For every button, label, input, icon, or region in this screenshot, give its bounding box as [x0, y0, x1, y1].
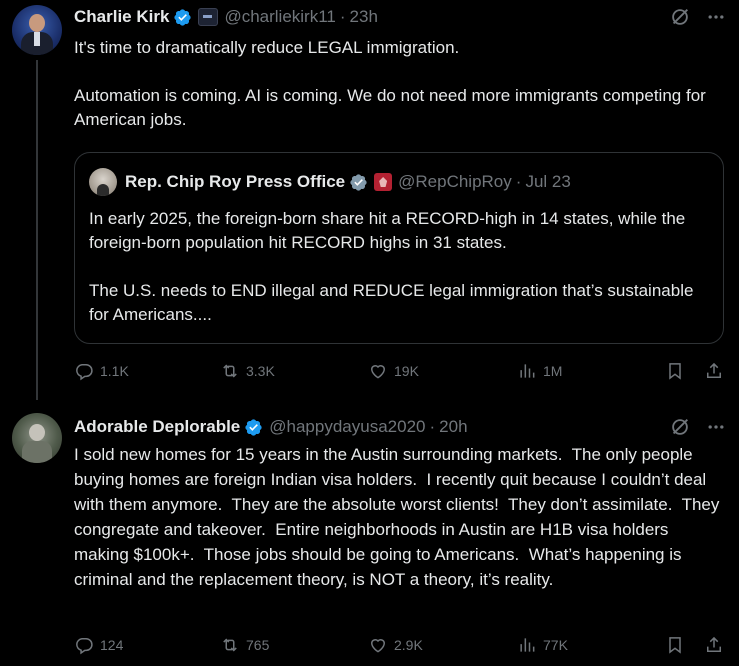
share-button[interactable]	[704, 361, 724, 381]
tweet-top-actions	[669, 416, 727, 438]
repost-icon	[223, 364, 237, 378]
tweet-action-bar: 124 765 2.9K 77K	[74, 635, 724, 659]
author-name[interactable]: Adorable Deplorable	[74, 417, 240, 437]
repost-button[interactable]: 3.3K	[220, 361, 275, 381]
quoted-tweet-time: Jul 23	[525, 172, 571, 191]
tweet-time[interactable]: 20h	[439, 417, 467, 437]
separator-dot: ·	[429, 417, 436, 436]
reply-icon	[76, 364, 93, 381]
author-handle[interactable]: @charliekirk11	[224, 7, 335, 27]
tweet-action-bar: 1.1K 3.3K 19K 1M	[74, 361, 724, 385]
thread-line	[36, 60, 38, 400]
author-handle[interactable]: @happydayusa2020	[269, 417, 425, 437]
reply-count: 1.1K	[100, 363, 129, 379]
tweet-header: Adorable Deplorable @happydayusa2020 · 2…	[74, 416, 468, 438]
avatar[interactable]	[12, 413, 62, 463]
author-name[interactable]: Charlie Kirk	[74, 7, 169, 27]
analytics-icon	[520, 638, 535, 652]
share-icon	[707, 636, 721, 652]
reply-button[interactable]: 1.1K	[74, 361, 129, 381]
more-options-icon[interactable]	[705, 6, 727, 28]
quoted-avatar	[89, 168, 117, 196]
tweet-text: I sold new homes for 15 years in the Aus…	[74, 445, 725, 589]
reply-count: 124	[100, 637, 124, 653]
view-count: 77K	[543, 637, 568, 653]
like-count: 2.9K	[394, 637, 423, 653]
bookmark-button[interactable]	[665, 361, 685, 381]
quoted-author-name: Rep. Chip Roy Press Office	[125, 172, 346, 191]
more-options-icon[interactable]	[705, 416, 727, 438]
reply-button[interactable]: 124	[74, 635, 123, 655]
tweet-header: Charlie Kirk @charliekirk11 · 23h	[74, 6, 378, 28]
tweet-top-actions	[669, 6, 727, 28]
views-button[interactable]: 77K	[517, 635, 568, 655]
quoted-tweet-text: In early 2025, the foreign-born share hi…	[89, 209, 694, 324]
bookmark-icon	[669, 363, 681, 380]
separator-dot: ·	[515, 172, 522, 191]
verified-badge-icon	[174, 8, 192, 26]
repost-count: 765	[246, 637, 270, 653]
tweet-text: It's time to dramatically reduce LEGAL i…	[74, 38, 706, 129]
reply-icon	[76, 638, 93, 655]
quoted-tweet-header: Rep. Chip Roy Press Office @RepChipRoy ·…	[89, 168, 571, 196]
quoted-author-handle: @RepChipRoy	[398, 172, 512, 191]
separator-dot: ·	[339, 7, 346, 26]
grok-icon[interactable]	[669, 6, 691, 28]
like-count: 19K	[394, 363, 419, 379]
heart-icon	[370, 365, 386, 379]
avatar[interactable]	[12, 5, 62, 55]
grok-icon[interactable]	[669, 416, 691, 438]
heart-icon	[370, 639, 386, 653]
analytics-icon	[520, 364, 535, 378]
like-button[interactable]: 19K	[368, 361, 419, 381]
affiliate-badge-icon	[198, 8, 219, 26]
share-icon	[707, 362, 721, 378]
repost-button[interactable]: 765	[220, 635, 269, 655]
verified-badge-gray-icon	[350, 173, 367, 191]
quoted-tweet[interactable]: Rep. Chip Roy Press Office @RepChipRoy ·…	[74, 152, 724, 344]
like-button[interactable]: 2.9K	[368, 635, 423, 655]
view-count: 1M	[543, 363, 563, 379]
government-affiliate-icon	[374, 173, 393, 191]
repost-icon	[223, 638, 237, 652]
views-button[interactable]: 1M	[517, 361, 562, 381]
bookmark-button[interactable]	[665, 635, 685, 655]
tweet-time[interactable]: 23h	[350, 7, 378, 27]
repost-count: 3.3K	[246, 363, 275, 379]
bookmark-icon	[669, 637, 681, 654]
share-button[interactable]	[704, 635, 724, 655]
verified-badge-icon	[245, 418, 262, 436]
